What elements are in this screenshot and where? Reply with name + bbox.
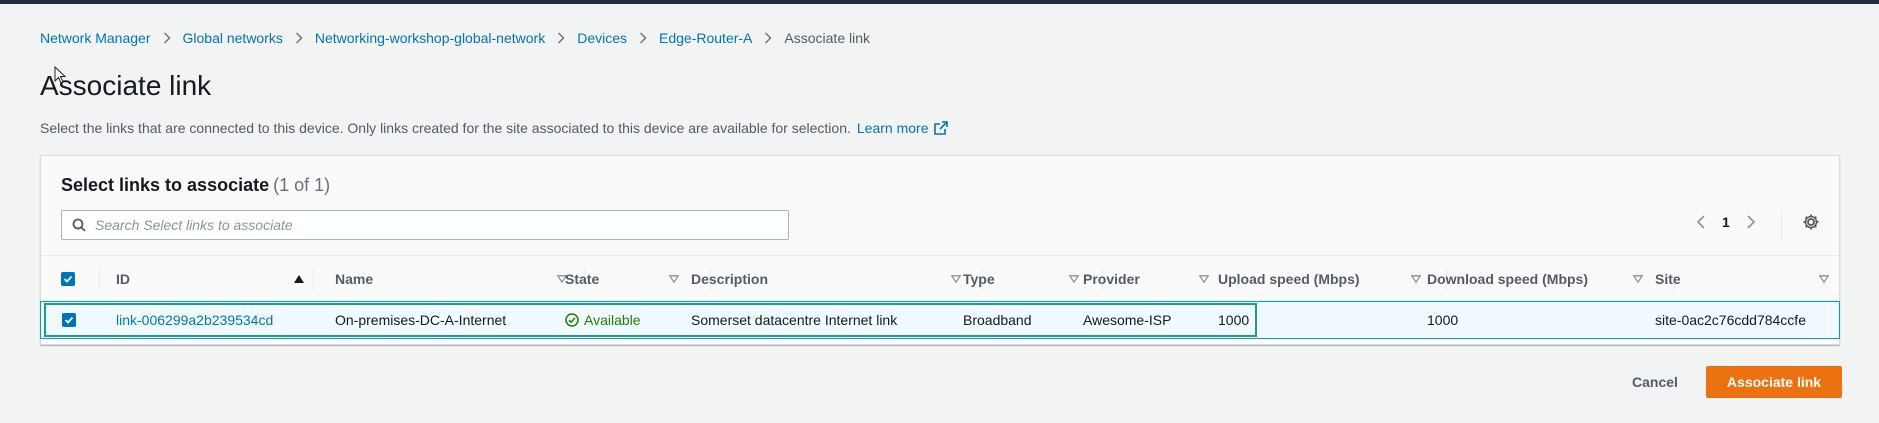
panel-title-text: Select links to associate xyxy=(61,175,270,195)
select-all-cell xyxy=(61,256,101,301)
search-input[interactable] xyxy=(95,211,788,239)
breadcrumb-devices[interactable]: Devices xyxy=(577,30,627,46)
chevron-right-icon xyxy=(557,32,565,44)
links-table-panel: Select links to associate(1 of 1) 1 ID xyxy=(40,155,1840,345)
chevron-right-icon xyxy=(295,32,303,44)
column-divider xyxy=(99,268,100,290)
link-name: On-premises-DC-A-Internet xyxy=(335,312,507,328)
breadcrumb-global-networks[interactable]: Global networks xyxy=(183,30,283,46)
sort-icon xyxy=(951,274,961,283)
column-label-provider: Provider xyxy=(1083,270,1140,287)
column-label-description: Description xyxy=(691,270,769,287)
link-download-speed: 1000 xyxy=(1427,312,1459,328)
link-site: site-0ac2c76cdd784ccfe xyxy=(1655,312,1806,328)
sort-icon xyxy=(1411,274,1421,283)
sort-icon xyxy=(1633,274,1643,283)
breadcrumb-current: Associate link xyxy=(784,30,870,46)
chevron-right-icon xyxy=(1747,215,1755,229)
sort-ascending-icon xyxy=(294,274,304,283)
sort-icon xyxy=(669,274,679,283)
column-header-site[interactable]: Site xyxy=(1655,256,1841,301)
table-settings-button[interactable] xyxy=(1802,213,1820,236)
column-header-name[interactable]: Name xyxy=(335,256,579,301)
check-icon xyxy=(63,275,73,283)
table-header: ID Name State Description Type Provider xyxy=(41,256,1839,301)
link-type: Broadband xyxy=(963,312,1032,328)
column-header-provider[interactable]: Provider xyxy=(1083,256,1221,301)
external-link-icon xyxy=(934,121,949,135)
page-description: Select the links that are connected to t… xyxy=(40,120,949,136)
column-label-download-speed: Download speed (Mbps) xyxy=(1427,270,1588,287)
top-bar xyxy=(0,0,1879,4)
column-label-id: ID xyxy=(116,270,130,287)
breadcrumb-global-network[interactable]: Networking-workshop-global-network xyxy=(315,30,545,46)
column-header-id[interactable]: ID xyxy=(116,256,316,301)
description-text: Select the links that are connected to t… xyxy=(40,120,851,136)
sort-icon xyxy=(1069,274,1079,283)
link-id[interactable]: link-006299a2b239534cd xyxy=(116,302,273,338)
pager-divider xyxy=(1781,210,1782,240)
row-select-cell xyxy=(62,302,76,338)
search-icon xyxy=(72,218,86,232)
cancel-button[interactable]: Cancel xyxy=(1612,367,1698,397)
learn-more-label: Learn more xyxy=(856,120,929,136)
breadcrumb: Network Manager Global networks Networki… xyxy=(40,30,870,46)
column-label-type: Type xyxy=(963,270,995,287)
link-state-label: Available xyxy=(584,312,641,328)
chevron-right-icon xyxy=(764,32,772,44)
mouse-cursor-icon xyxy=(54,66,66,84)
previous-page-button[interactable] xyxy=(1696,215,1706,229)
select-all-checkbox[interactable] xyxy=(61,271,75,286)
sort-icon xyxy=(1199,274,1209,283)
chevron-right-icon xyxy=(163,32,171,44)
current-page-number[interactable]: 1 xyxy=(1722,214,1730,230)
breadcrumb-device[interactable]: Edge-Router-A xyxy=(659,30,752,46)
column-label-name: Name xyxy=(335,270,374,287)
link-description: Somerset datacentre Internet link xyxy=(691,312,898,328)
link-upload-speed: 1000 xyxy=(1218,312,1250,328)
search-box xyxy=(61,210,789,240)
gear-icon xyxy=(1803,214,1819,230)
column-header-state[interactable]: State xyxy=(565,256,691,301)
chevron-left-icon xyxy=(1696,215,1705,229)
next-page-button[interactable] xyxy=(1746,215,1756,229)
link-provider: Awesome-ISP xyxy=(1083,312,1172,328)
check-icon xyxy=(64,316,74,324)
column-header-type[interactable]: Type xyxy=(963,256,1091,301)
associate-link-button[interactable]: Associate link xyxy=(1706,366,1842,398)
status-available-icon xyxy=(565,313,579,327)
pagination: 1 xyxy=(1696,214,1756,230)
column-label-state: State xyxy=(565,270,600,287)
learn-more-link[interactable]: Learn more xyxy=(857,120,949,136)
panel-count: (1 of 1) xyxy=(273,175,331,195)
link-state: Available xyxy=(565,302,641,338)
table-row[interactable]: link-006299a2b239534cd On-premises-DC-A-… xyxy=(40,301,1840,339)
column-label-site: Site xyxy=(1655,270,1681,287)
row-checkbox[interactable] xyxy=(62,313,76,327)
column-divider xyxy=(313,268,314,290)
panel-header: Select links to associate(1 of 1) 1 xyxy=(41,156,1839,256)
panel-title: Select links to associate (1 of 1) xyxy=(61,175,330,196)
column-header-download-speed[interactable]: Download speed (Mbps) xyxy=(1427,256,1655,301)
breadcrumb-network-manager[interactable]: Network Manager xyxy=(40,30,151,46)
column-header-upload-speed[interactable]: Upload speed (Mbps) xyxy=(1218,256,1433,301)
sort-icon xyxy=(1819,274,1829,283)
chevron-right-icon xyxy=(639,32,647,44)
column-label-upload-speed: Upload speed (Mbps) xyxy=(1218,270,1360,287)
column-header-description[interactable]: Description xyxy=(691,256,973,301)
